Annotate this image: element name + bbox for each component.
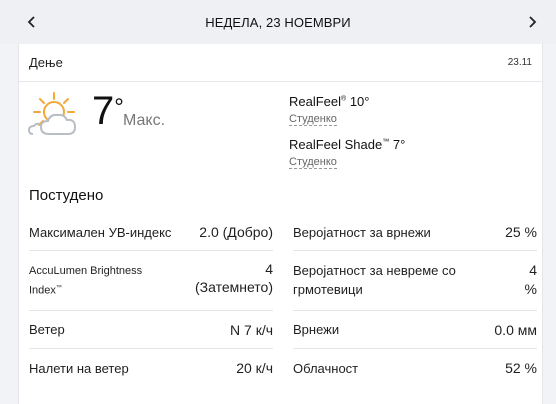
card-header: Дење 23.11 — [19, 44, 542, 82]
forecast-summary: Постудено — [29, 187, 104, 204]
realfeel-description[interactable]: Студенко — [289, 113, 337, 126]
detail-row-wind: Ветер N 7 к/ч — [29, 311, 273, 349]
detail-row-thunderstorm-probability: Веројатност за невреме со грмотевици 4 % — [293, 251, 537, 311]
detail-row-precip-probability: Веројатност за врнежи 25 % — [293, 214, 537, 251]
detail-row-cloud-cover: Облачност 52 % — [293, 360, 537, 376]
detail-row-uv: Максимален УВ-индекс 2.0 (Добро) — [29, 214, 273, 251]
partly-sunny-icon — [27, 92, 77, 135]
previous-day-button[interactable] — [21, 11, 43, 33]
realfeel-shade-description[interactable]: Студенко — [289, 156, 337, 169]
max-temperature: 7° — [92, 89, 124, 133]
detail-row-brightness: AccuLumen Brightness Index™ 4 (Затемнето… — [29, 251, 273, 311]
date-navigation: НЕДЕЛА, 23 НОЕМВРИ — [0, 0, 556, 44]
next-day-button[interactable] — [521, 11, 543, 33]
period-date: 23.11 — [507, 57, 532, 68]
temperature-label: Макс. — [123, 112, 166, 129]
current-conditions: 7° Макс. RealFeel® 10° Студенко RealFeel… — [19, 82, 544, 182]
realfeel-line: RealFeel® 10° — [289, 94, 370, 109]
chevron-left-icon — [27, 16, 35, 28]
day-forecast-card: Дење 23.11 7° Макс. RealFeel® 10° Студен… — [18, 44, 543, 404]
realfeel-shade-line: RealFeel Shade™ 7° — [289, 137, 406, 152]
detail-row-wind-gusts: Налети на ветер 20 к/ч — [29, 360, 273, 376]
detail-row-precipitation: Врнежи 0.0 мм — [293, 311, 537, 349]
chevron-right-icon — [529, 16, 537, 28]
period-label: Дење — [29, 55, 63, 70]
page-title: НЕДЕЛА, 23 НОЕМВРИ — [205, 14, 351, 30]
